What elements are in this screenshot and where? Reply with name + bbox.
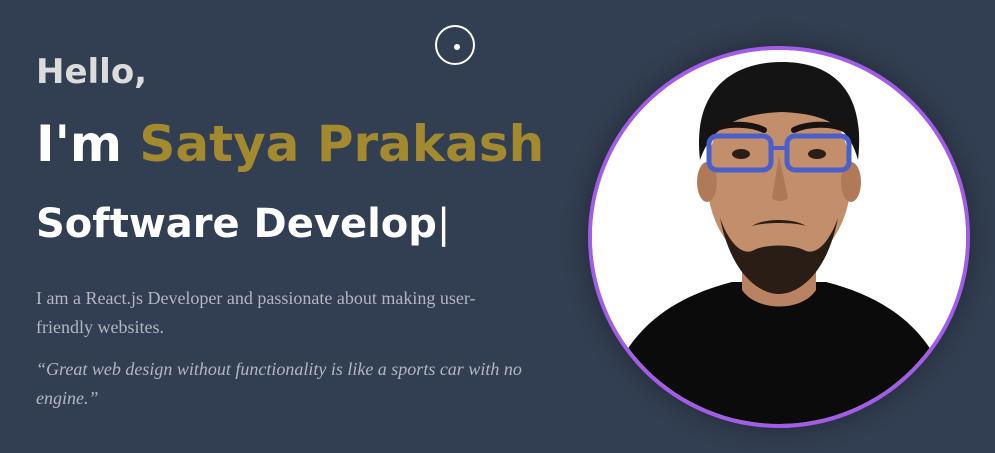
typed-role-text: Software Develop| <box>36 196 450 252</box>
name-prefix: I'm <box>36 115 140 173</box>
greeting-text: Hello, <box>36 52 148 92</box>
name-heading: I'm Satya Prakash <box>36 112 544 176</box>
quote-text: “Great web design without functionality … <box>36 359 522 408</box>
developer-name: Satya Prakash <box>139 115 545 173</box>
profile-photo-illustration <box>592 50 966 424</box>
bio-text: I am a React.js Developer and passionate… <box>36 288 476 337</box>
cursor-dot-icon <box>454 44 460 50</box>
avatar <box>588 46 970 428</box>
typing-caret: | <box>436 201 451 247</box>
hero-section: Hello, I'm Satya Prakash Software Develo… <box>0 0 995 453</box>
role-typed: Software Develop <box>36 201 437 247</box>
